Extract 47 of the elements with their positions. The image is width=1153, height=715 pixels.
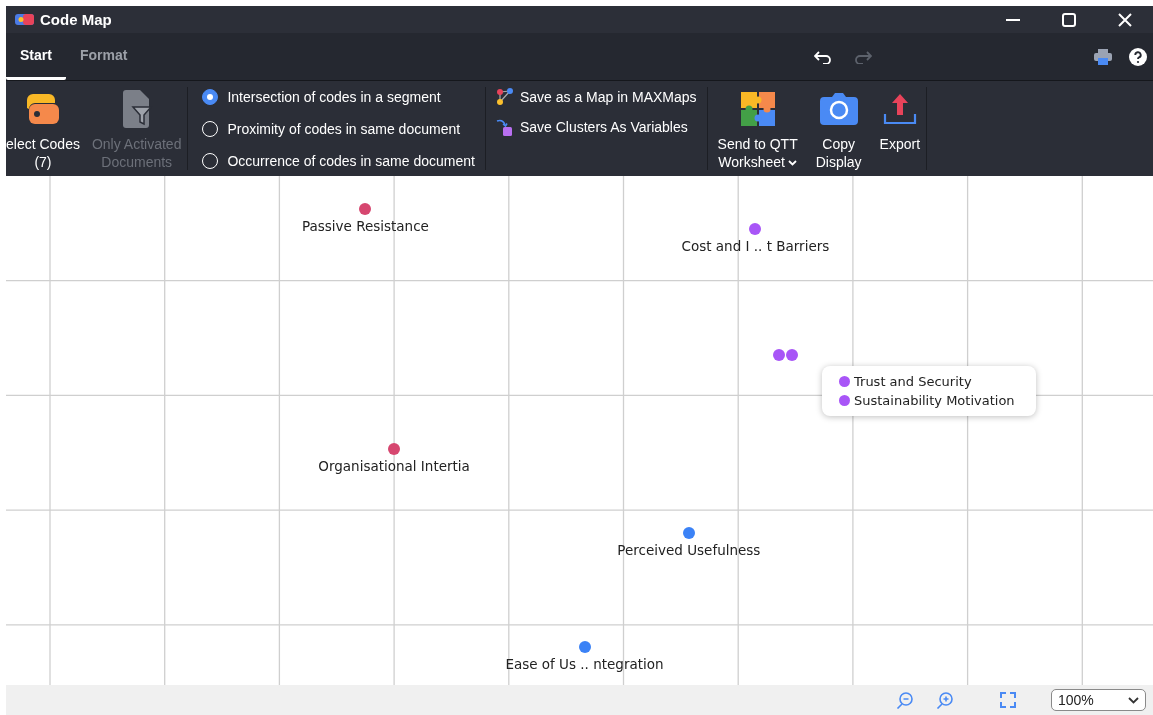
code-point[interactable] (388, 443, 401, 456)
code-label: Ease of Us .. ntegration (505, 655, 664, 672)
save-map-button[interactable]: Save as a Map in MAXMaps (495, 86, 697, 108)
code-label: Organisational Intertia (318, 458, 470, 475)
tooltip-item: Trust and Security (854, 374, 972, 389)
mode-radio[interactable]: Occurrence of codes in same document (202, 150, 475, 172)
mode-radio[interactable]: Intersection of codes in a segment (202, 86, 475, 108)
code-point[interactable] (578, 640, 591, 653)
zoom-dropdown[interactable]: 100% (1051, 689, 1146, 711)
export-variable-icon (495, 118, 514, 136)
fit-screen-button[interactable] (1000, 692, 1016, 708)
code-point[interactable] (749, 223, 762, 236)
printer-icon (1094, 48, 1112, 65)
code-point[interactable] (786, 349, 799, 362)
code-label: Cost and I .. t Barriers (681, 238, 830, 255)
fit-screen-icon (1000, 692, 1016, 708)
undo-icon (814, 49, 832, 64)
zoom-in-icon (936, 691, 954, 709)
code-label: Passive Resistance (301, 218, 429, 234)
zoom-out-icon (896, 691, 914, 709)
chevron-down-icon (1128, 696, 1139, 704)
code-point[interactable] (359, 203, 372, 215)
send-to-qtt-button[interactable]: Send to QTT Worksheet (711, 81, 804, 176)
maximize-icon (1062, 12, 1076, 27)
document-filter-icon (120, 89, 153, 129)
map-nodes-icon (495, 88, 514, 106)
code-point[interactable] (682, 527, 695, 540)
minimize-icon (1006, 18, 1020, 21)
zoom-out-button[interactable] (896, 691, 914, 709)
code-point[interactable] (773, 349, 786, 362)
redo-icon (854, 49, 872, 64)
close-icon (1118, 12, 1132, 27)
save-clusters-button[interactable]: Save Clusters As Variables (495, 116, 697, 138)
window-title: Code Map (40, 11, 112, 28)
puzzle-icon (739, 91, 776, 127)
zoom-in-button[interactable] (936, 691, 954, 709)
tooltip-item: Sustainability Motivation (854, 393, 1015, 408)
ribbon-tab[interactable]: Format (65, 33, 142, 80)
camera-icon (819, 93, 858, 125)
help-icon (1129, 47, 1147, 66)
copy-display-button[interactable]: Copy Display (809, 81, 868, 176)
app-logo-icon (15, 13, 34, 26)
select-codes-button[interactable]: elect Codes (7) (6, 81, 86, 176)
export-button[interactable]: Export (873, 81, 927, 176)
code-label: Perceived Usefulness (617, 542, 761, 559)
mode-radio[interactable]: Proximity of codes in same document (202, 118, 475, 140)
export-icon (882, 92, 917, 126)
